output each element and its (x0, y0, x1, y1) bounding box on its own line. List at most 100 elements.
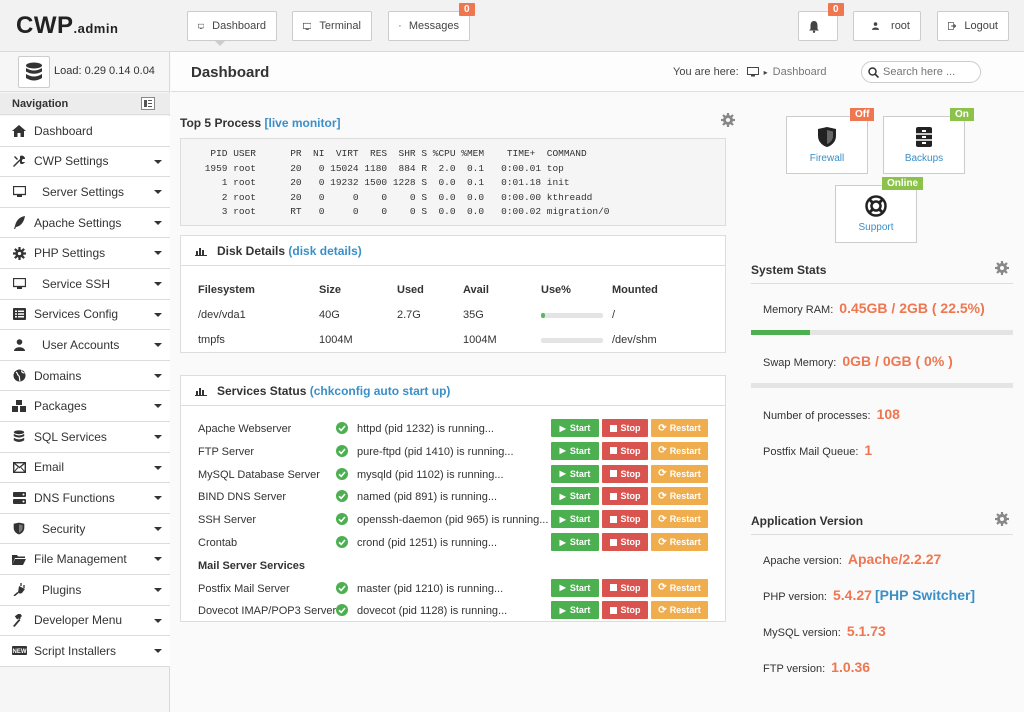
start-button[interactable]: ▶ Start (551, 419, 599, 437)
sidebar-item-service-ssh[interactable]: Service SSH (0, 269, 170, 300)
search-box[interactable] (861, 61, 981, 83)
service-name: FTP Server (198, 445, 255, 458)
restart-button-label: Restart (669, 582, 701, 593)
php-switcher-link[interactable]: [PHP Switcher] (875, 587, 975, 603)
restart-button[interactable]: ⟳ Restart (651, 601, 708, 620)
start-button[interactable]: ▶ Start (551, 510, 599, 529)
sidebar-item-label: Services Config (34, 307, 119, 322)
start-button[interactable]: ▶ Start (551, 601, 599, 620)
restart-button[interactable]: ⟳ Restart (651, 441, 708, 460)
sidebar-item-php-settings[interactable]: PHP Settings (0, 238, 170, 269)
refresh-icon: ⟳ (658, 422, 667, 434)
restart-button[interactable]: ⟳ Restart (651, 487, 708, 506)
sidebar-item-domains[interactable]: Domains (0, 360, 170, 392)
stop-button[interactable]: Stop (602, 487, 648, 506)
sidebar-toggle-icon[interactable] (141, 97, 155, 110)
top-process-settings-gear-icon[interactable] (721, 113, 735, 127)
sidebar-item-file-management[interactable]: File Management (0, 544, 170, 575)
start-button[interactable]: ▶ Start (551, 533, 599, 551)
disk-column-header: Used (397, 284, 424, 296)
user-icon (4, 339, 34, 351)
restart-button[interactable]: ⟳ Restart (651, 510, 708, 529)
messages-button[interactable]: Messages (388, 11, 470, 41)
load-database-button[interactable] (18, 56, 50, 88)
terminal-button[interactable]: Terminal (292, 11, 372, 41)
restart-button-label: Restart (669, 468, 701, 479)
sidebar-item-apache-settings[interactable]: Apache Settings (0, 207, 170, 239)
play-icon: ▶ (559, 583, 566, 593)
stop-button[interactable]: Stop (602, 533, 648, 551)
breadcrumb-current[interactable]: Dashboard (773, 66, 827, 78)
envelope-icon (4, 461, 34, 473)
logout-button[interactable]: Logout (937, 11, 1009, 41)
hammer-icon (4, 613, 34, 627)
sidebar-item-label: Domains (34, 368, 82, 383)
sidebar-item-server-settings[interactable]: Server Settings (0, 177, 170, 208)
restart-button[interactable]: ⟳ Restart (651, 533, 708, 551)
backups-tile[interactable]: Backups (883, 116, 965, 174)
sidebar-item-label: CWP Settings (34, 154, 109, 169)
service-row: BIND DNS Server named (pid 891) is runnin… (181, 486, 727, 508)
stop-button[interactable]: Stop (602, 601, 648, 620)
chkconfig-link[interactable]: (chkconfig auto start up) (310, 384, 451, 398)
stop-button[interactable]: Stop (602, 441, 648, 460)
home-icon (4, 124, 34, 137)
live-monitor-link[interactable]: [live monitor] (264, 116, 340, 130)
check-circle-icon (336, 604, 348, 617)
restart-button[interactable]: ⟳ Restart (651, 419, 708, 437)
chevron-down-icon (154, 373, 162, 378)
disk-details-link[interactable]: (disk details) (288, 244, 361, 258)
restart-button-label: Restart (669, 423, 701, 433)
cwp-logo[interactable]: CWP.admin (16, 12, 118, 40)
support-tile[interactable]: Support (835, 185, 917, 243)
backups-label: Backups (904, 153, 944, 164)
sidebar-item-email[interactable]: Email (0, 452, 170, 484)
sidebar-item-sql-services[interactable]: SQL Services (0, 422, 170, 453)
disk-column-header: Filesystem (198, 284, 255, 296)
service-status-text: pure-ftpd (pid 1410) is running... (357, 445, 514, 458)
disk-usage-bar (541, 338, 603, 343)
stop-button[interactable]: Stop (602, 578, 648, 597)
stop-button[interactable]: Stop (602, 510, 648, 529)
service-status-text: mysqld (pid 1102) is running... (357, 468, 504, 481)
sidebar-item-plugins[interactable]: Plugins (0, 575, 170, 606)
folder-icon (4, 554, 34, 565)
restart-button[interactable]: ⟳ Restart (651, 578, 708, 597)
memory-ram-value: 0.45GB / 2GB ( 22.5%) (839, 300, 985, 316)
restart-button[interactable]: ⟳ Restart (651, 464, 708, 483)
search-input[interactable] (883, 66, 973, 78)
refresh-icon: ⟳ (658, 468, 667, 480)
start-button[interactable]: ▶ Start (551, 578, 599, 597)
disk-details-panel: Disk Details (disk details) Filesystem Si… (180, 235, 726, 353)
application-version-settings-gear-icon[interactable] (995, 512, 1009, 526)
sidebar-item-script-installers[interactable]: NEW Script Installers (0, 636, 170, 667)
start-button[interactable]: ▶ Start (551, 464, 599, 483)
service-status-text: named (pid 891) is running... (357, 491, 498, 504)
sidebar-item-packages[interactable]: Packages (0, 391, 170, 422)
sidebar-item-dns-functions[interactable]: DNS Functions (0, 483, 170, 514)
firewall-tile[interactable]: Firewall (786, 116, 868, 174)
start-button[interactable]: ▶ Start (551, 441, 599, 460)
sidebar-item-user-accounts[interactable]: User Accounts (0, 330, 170, 361)
sidebar-item-developer-menu[interactable]: Developer Menu (0, 605, 170, 637)
dashboard-button[interactable]: Dashboard (187, 11, 277, 41)
sidebar-item-dashboard[interactable]: Dashboard (0, 116, 170, 147)
stop-button[interactable]: Stop (602, 419, 648, 437)
page-title: Dashboard (191, 64, 270, 81)
sidebar-item-services-config[interactable]: Services Config (0, 299, 170, 331)
start-button[interactable]: ▶ Start (551, 487, 599, 506)
chevron-down-icon (154, 190, 162, 195)
feather-icon (4, 216, 34, 230)
stop-button[interactable]: Stop (602, 464, 648, 483)
monitor-icon (746, 67, 759, 77)
system-stats-settings-gear-icon[interactable] (995, 261, 1009, 275)
shield-icon (4, 522, 34, 535)
sidebar-item-cwp-settings[interactable]: CWP Settings (0, 146, 170, 178)
sidebar-item-security[interactable]: Security (0, 513, 170, 545)
services-status-header: Services Status (chkconfig auto start up… (181, 376, 725, 406)
user-menu-button[interactable]: root (853, 11, 921, 41)
apache-version-value: Apache/2.2.27 (847, 551, 942, 567)
sidebar-item-label: Plugins (42, 582, 82, 597)
ftp-version-value: 1.0.36 (831, 659, 871, 675)
apache-version-label: Apache version: (763, 555, 842, 567)
